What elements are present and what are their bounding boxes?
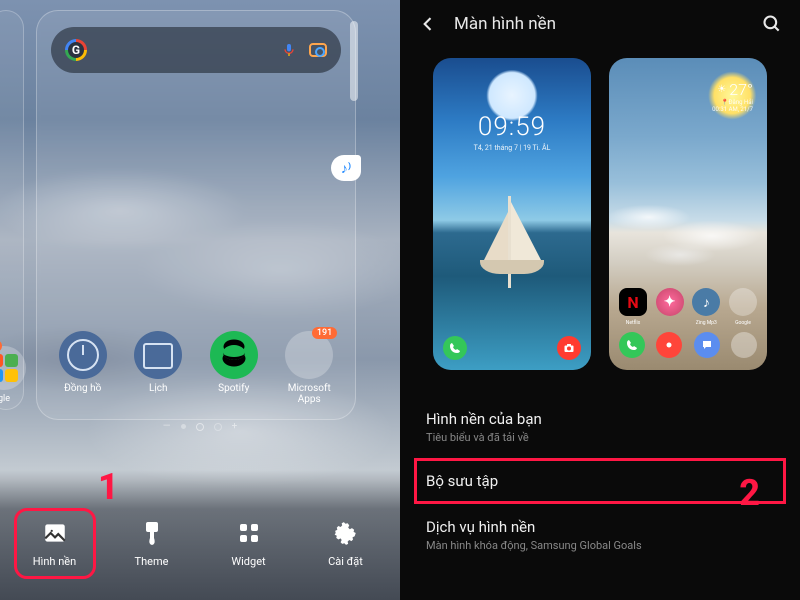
app-netflix: N xyxy=(619,288,647,316)
apps-icon xyxy=(731,332,757,358)
lens-icon[interactable] xyxy=(309,43,327,57)
wallpaper-settings-panel: Màn hình nền 09:59 T4, 21 tháng 7 | 19 T… xyxy=(400,0,800,600)
dock-folder-microsoft[interactable]: 191 Microsoft Apps xyxy=(279,331,339,405)
spotify-icon xyxy=(210,331,258,379)
toolbar-theme[interactable]: Theme xyxy=(112,509,192,578)
messages-icon xyxy=(694,332,720,358)
lock-clock: 09:59 T4, 21 tháng 7 | 19 Ti. ÂL xyxy=(433,112,591,152)
lockscreen-preview[interactable]: 09:59 T4, 21 tháng 7 | 19 Ti. ÂL xyxy=(433,58,591,370)
music-sound-badge[interactable]: ♪⁾ xyxy=(331,155,361,181)
option-gallery[interactable]: Bộ sưu tập xyxy=(414,458,786,504)
home-page-card[interactable]: ♪⁾ Đồng hồ Lịch Spotify 191 xyxy=(36,10,356,420)
back-icon[interactable] xyxy=(418,14,438,34)
phone-icon xyxy=(619,332,645,358)
clock-icon xyxy=(59,331,107,379)
badge-count: 191 xyxy=(312,327,337,339)
homescreen-preview[interactable]: ☀27° 📍Đằng Hải 00:31 AM, 21/7 NNetflix ✦… xyxy=(609,58,767,370)
edge-panel-handle[interactable] xyxy=(350,21,358,101)
google-search-bar[interactable] xyxy=(51,27,341,73)
step-number-1: 1 xyxy=(98,466,119,508)
image-icon xyxy=(41,519,69,547)
brush-icon xyxy=(138,519,166,547)
camera-icon xyxy=(656,332,682,358)
calendar-icon xyxy=(134,331,182,379)
wallpaper-previews: 09:59 T4, 21 tháng 7 | 19 Ti. ÂL ☀27° 📍Đ… xyxy=(400,44,800,388)
home-dock-row xyxy=(619,332,757,358)
search-icon[interactable] xyxy=(762,14,782,34)
settings-header: Màn hình nền xyxy=(400,14,800,44)
page-indicator[interactable]: —+ xyxy=(0,421,400,432)
partial-folder-left[interactable]: 999+ gle xyxy=(0,346,26,404)
dock-app-spotify[interactable]: Spotify xyxy=(204,331,264,405)
toolbar-widget[interactable]: Widget xyxy=(209,509,289,578)
widget-icon xyxy=(235,519,263,547)
dock-app-clock[interactable]: Đồng hồ xyxy=(53,331,113,405)
app-2: ✦ xyxy=(656,288,684,316)
gear-icon xyxy=(332,519,360,547)
toolbar-wallpaper[interactable]: Hình nền xyxy=(15,509,95,578)
folder-icon: 191 xyxy=(285,331,333,379)
page-title: Màn hình nền xyxy=(454,14,556,34)
home-app-row: NNetflix ✦ ♪Zing Mp3 Google xyxy=(619,288,757,316)
home-editor-panel: 999+ gle ♪⁾ Đồng hồ Lịc xyxy=(0,0,400,600)
app-zing: ♪ xyxy=(692,288,720,316)
dock-app-calendar[interactable]: Lịch xyxy=(128,331,188,405)
option-your-wallpapers[interactable]: Hình nền của bạn Tiêu biểu và đã tải về xyxy=(400,396,800,458)
app-google-folder xyxy=(729,288,757,316)
step-number-2: 2 xyxy=(739,472,760,514)
home-dock: Đồng hồ Lịch Spotify 191 Microsoft Apps xyxy=(37,331,355,405)
toolbar-settings[interactable]: Cài đặt xyxy=(306,509,386,578)
sailboat-graphic xyxy=(472,188,552,288)
phone-icon xyxy=(443,336,467,360)
weather-widget: ☀27° 📍Đằng Hải 00:31 AM, 21/7 xyxy=(712,80,753,113)
mic-icon[interactable] xyxy=(281,42,297,58)
camera-icon xyxy=(557,336,581,360)
google-logo-icon xyxy=(65,39,87,61)
editor-toolbar: Hình nền Theme Widget Cài đặt xyxy=(0,470,400,600)
